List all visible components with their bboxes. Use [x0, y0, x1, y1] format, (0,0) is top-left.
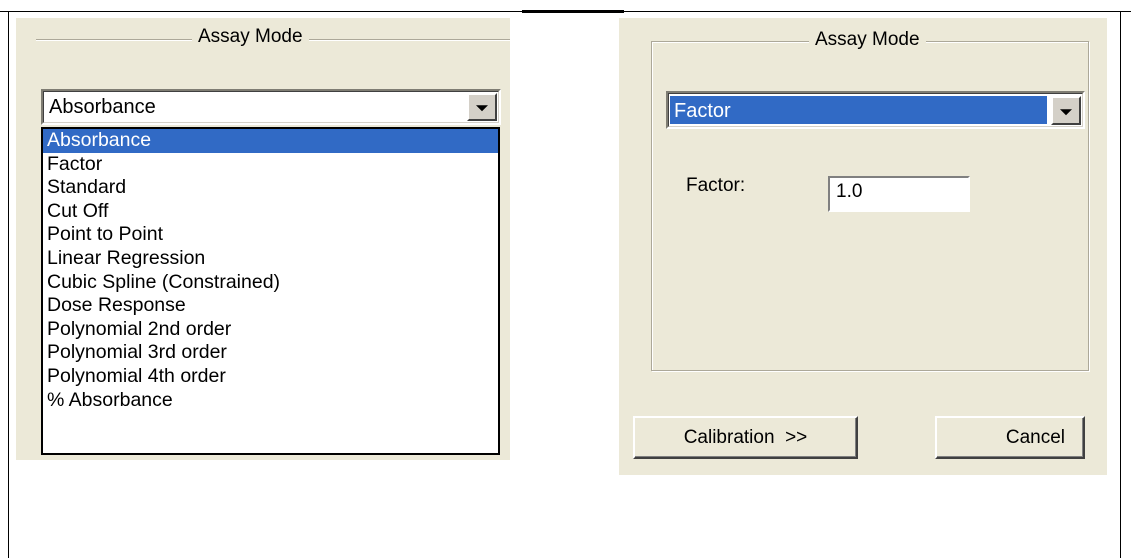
group-title: Assay Mode [809, 29, 926, 51]
figure-border-accent [522, 10, 624, 13]
cancel-button[interactable]: Cancel [935, 416, 1085, 459]
dropdown-button[interactable] [1051, 96, 1081, 125]
list-item-cut-off[interactable]: Cut Off [43, 200, 498, 224]
list-item-point-to-point[interactable]: Point to Point [43, 223, 498, 247]
list-item-dose-response[interactable]: Dose Response [43, 294, 498, 318]
calibration-button[interactable]: Calibration >> [633, 416, 858, 459]
assay-mode-combo[interactable]: Factor [666, 91, 1085, 129]
list-item-cubic-spline[interactable]: Cubic Spline (Constrained) [43, 271, 498, 295]
factor-input[interactable]: 1.0 [828, 176, 970, 212]
dropdown-button[interactable] [467, 93, 497, 121]
list-item-absorbance[interactable]: Absorbance [43, 129, 498, 153]
figure-border-left [8, 11, 9, 558]
group-title: Assay Mode [192, 26, 309, 48]
assay-mode-dropdown-list[interactable]: Absorbance Factor Standard Cut Off Point… [41, 127, 500, 455]
list-item-standard[interactable]: Standard [43, 176, 498, 200]
list-item-polynomial-4th[interactable]: Polynomial 4th order [43, 365, 498, 389]
combo-value: Factor [674, 100, 731, 122]
list-item-linear-regression[interactable]: Linear Regression [43, 247, 498, 271]
dropdown-arrow-icon [476, 105, 488, 112]
assay-mode-panel-right: Assay Mode Factor Factor: 1.0 Calibratio… [619, 18, 1107, 475]
list-item-polynomial-2nd[interactable]: Polynomial 2nd order [43, 318, 498, 342]
combo-value: Absorbance [49, 96, 156, 118]
factor-label: Factor: [686, 175, 746, 196]
dropdown-arrow-icon [1060, 108, 1072, 115]
figure-border-right [1120, 11, 1121, 558]
assay-mode-combo[interactable]: Absorbance [41, 89, 501, 125]
list-item-percent-absorbance[interactable]: % Absorbance [43, 389, 498, 413]
list-item-polynomial-3rd[interactable]: Polynomial 3rd order [43, 341, 498, 365]
list-item-factor[interactable]: Factor [43, 153, 498, 177]
